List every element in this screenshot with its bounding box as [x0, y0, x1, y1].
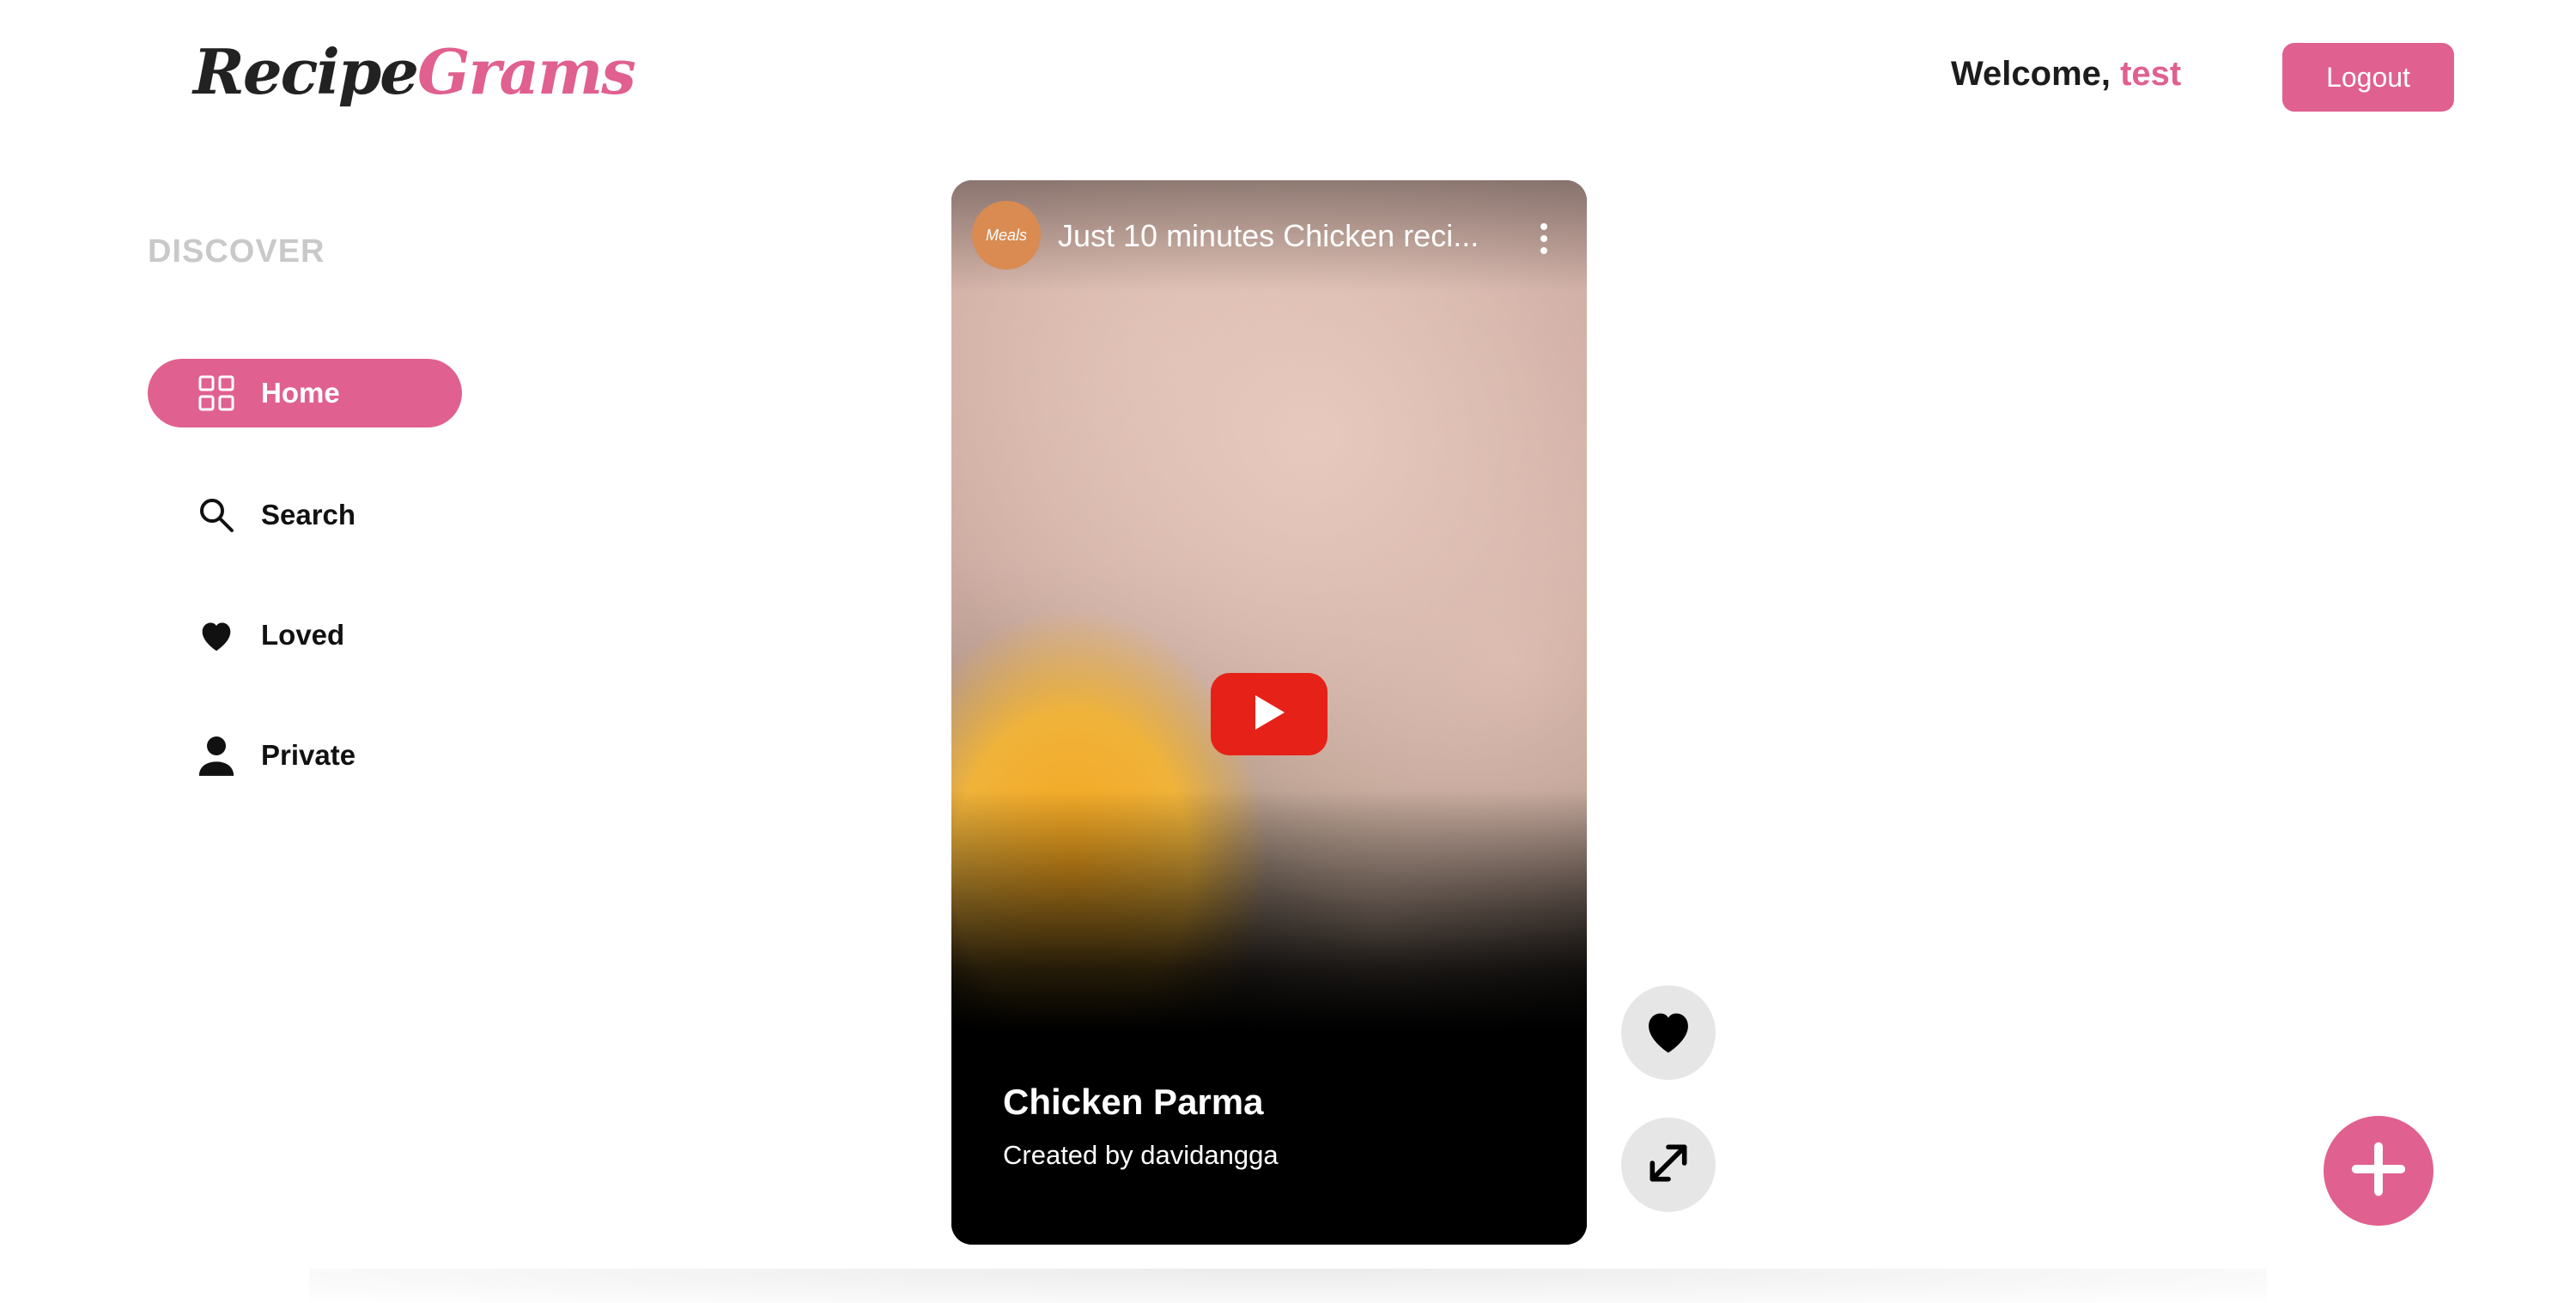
recipe-author: Created by davidangga — [1003, 1140, 1279, 1170]
logout-button[interactable]: Logout — [2282, 43, 2454, 112]
video-title[interactable]: Just 10 minutes Chicken reci... — [1058, 218, 1504, 254]
sidebar-item-label: Private — [261, 739, 356, 771]
plus-icon — [2348, 1139, 2409, 1203]
app-logo[interactable]: RecipeGrams — [193, 41, 636, 103]
expand-button[interactable] — [1621, 1118, 1716, 1212]
sidebar-section-title: DISCOVER — [148, 233, 325, 270]
grid-icon — [182, 359, 251, 427]
recipe-info: Chicken Parma Created by davidangga — [951, 1030, 1587, 1245]
recipe-title: Chicken Parma — [1003, 1082, 1264, 1122]
play-icon — [1252, 694, 1286, 736]
logo-text-recipe: Recipe — [193, 35, 419, 108]
play-button[interactable] — [1211, 673, 1327, 755]
video-player[interactable]: Meals Just 10 minutes Chicken reci... — [951, 180, 1587, 1030]
welcome-message: Welcome, test — [1951, 55, 2181, 94]
sidebar-item-label: Home — [261, 377, 340, 409]
sidebar-item-private[interactable]: Private — [148, 721, 462, 790]
expand-icon — [1644, 1139, 1692, 1191]
sidebar-item-label: Search — [261, 499, 356, 530]
welcome-label: Welcome, — [1951, 55, 2121, 93]
sidebar-item-home[interactable]: Home — [148, 359, 462, 427]
heart-icon — [1642, 1007, 1695, 1059]
sidebar-item-loved[interactable]: Loved — [148, 601, 462, 670]
sidebar-item-search[interactable]: Search — [148, 481, 462, 549]
logo-text-grams: Grams — [417, 35, 636, 108]
add-recipe-button[interactable] — [2324, 1116, 2433, 1226]
person-icon — [182, 721, 251, 790]
recipe-card: Meals Just 10 minutes Chicken reci... Ch… — [951, 180, 1587, 1245]
username: test — [2120, 55, 2182, 93]
channel-avatar[interactable]: Meals — [972, 201, 1041, 270]
love-button[interactable] — [1621, 985, 1716, 1080]
sidebar-item-label: Loved — [261, 619, 345, 651]
heart-icon — [182, 601, 251, 670]
more-options-icon[interactable] — [1535, 221, 1552, 256]
search-icon — [182, 481, 251, 549]
page-bottom-shadow — [309, 1269, 2267, 1303]
